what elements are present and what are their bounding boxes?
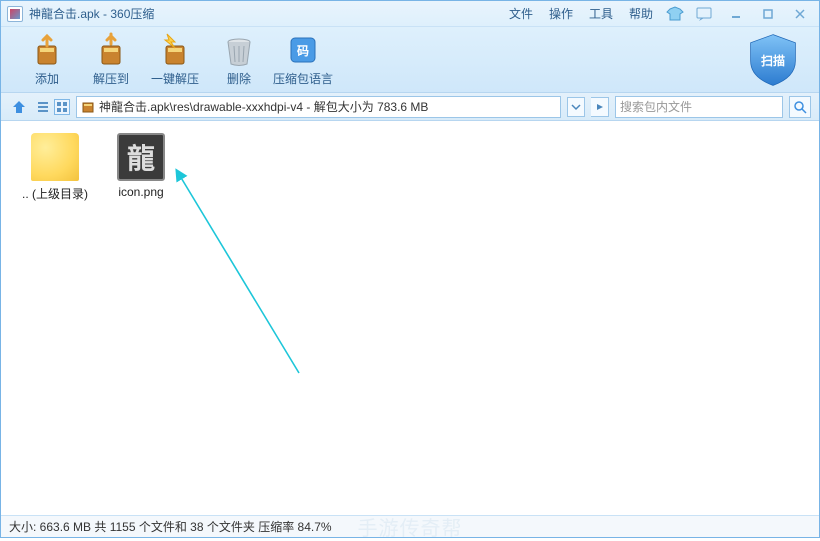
add-button[interactable]: 添加 xyxy=(15,32,79,87)
delete-icon xyxy=(221,32,257,68)
search-button[interactable] xyxy=(789,96,811,118)
toolbar: 添加 解压到 一键解压 删除 码 压缩包语言 扫描 xyxy=(1,27,819,93)
delete-button[interactable]: 删除 xyxy=(207,32,271,87)
path-bar xyxy=(1,93,819,121)
path-input[interactable] xyxy=(99,100,556,114)
menu-tools[interactable]: 工具 xyxy=(589,5,613,22)
add-icon xyxy=(29,32,65,68)
one-click-extract-button[interactable]: 一键解压 xyxy=(143,32,207,87)
folder-icon xyxy=(31,133,79,181)
archive-icon xyxy=(81,100,95,114)
svg-text:码: 码 xyxy=(297,44,309,58)
search-input[interactable] xyxy=(620,100,778,114)
parent-folder-label: .. (上级目录) xyxy=(17,185,93,202)
path-dropdown-button[interactable] xyxy=(567,97,585,117)
minimize-button[interactable] xyxy=(723,5,749,23)
annotation-arrow xyxy=(171,165,301,375)
nav-up-button[interactable] xyxy=(9,97,29,117)
feedback-button[interactable] xyxy=(691,5,717,23)
view-icons-button[interactable] xyxy=(54,99,70,115)
add-label: 添加 xyxy=(35,70,59,87)
path-go-button[interactable] xyxy=(591,97,609,117)
status-text: 大小: 663.6 MB 共 1155 个文件和 38 个文件夹 压缩率 84.… xyxy=(9,518,332,535)
view-list-button[interactable] xyxy=(35,99,51,115)
extract-to-button[interactable]: 解压到 xyxy=(79,32,143,87)
maximize-button[interactable] xyxy=(755,5,781,23)
menu-operation[interactable]: 操作 xyxy=(549,5,573,22)
search-field[interactable] xyxy=(615,96,783,118)
delete-label: 删除 xyxy=(227,70,251,87)
window-title: 神龍合击.apk - 360压缩 xyxy=(29,5,154,22)
menu-file[interactable]: 文件 xyxy=(509,5,533,22)
status-bar: 大小: 663.6 MB 共 1155 个文件和 38 个文件夹 压缩率 84.… xyxy=(1,515,819,537)
skin-icon[interactable] xyxy=(665,6,685,22)
file-item-icon-png[interactable]: icon.png xyxy=(103,133,179,199)
archive-lang-icon: 码 xyxy=(285,32,321,68)
menu-bar: 文件 操作 工具 帮助 xyxy=(509,5,653,22)
menu-help[interactable]: 帮助 xyxy=(629,5,653,22)
close-button[interactable] xyxy=(787,5,813,23)
path-field[interactable] xyxy=(76,96,561,118)
watermark: 手游传奇帮 xyxy=(358,512,463,541)
svg-text:扫描: 扫描 xyxy=(761,53,785,68)
scan-button[interactable]: 扫描 xyxy=(745,33,801,87)
extract-to-label: 解压到 xyxy=(93,70,129,87)
archive-lang-button[interactable]: 码 压缩包语言 xyxy=(271,32,335,87)
extract-to-icon xyxy=(93,32,129,68)
archive-lang-label: 压缩包语言 xyxy=(273,70,333,87)
app-icon xyxy=(7,6,23,22)
parent-folder-item[interactable]: .. (上级目录) xyxy=(17,133,93,202)
file-thumbnail xyxy=(117,133,165,181)
one-click-extract-icon xyxy=(157,32,193,68)
file-pane[interactable]: .. (上级目录) icon.png xyxy=(1,121,819,515)
one-click-extract-label: 一键解压 xyxy=(151,70,199,87)
file-label: icon.png xyxy=(103,185,179,199)
